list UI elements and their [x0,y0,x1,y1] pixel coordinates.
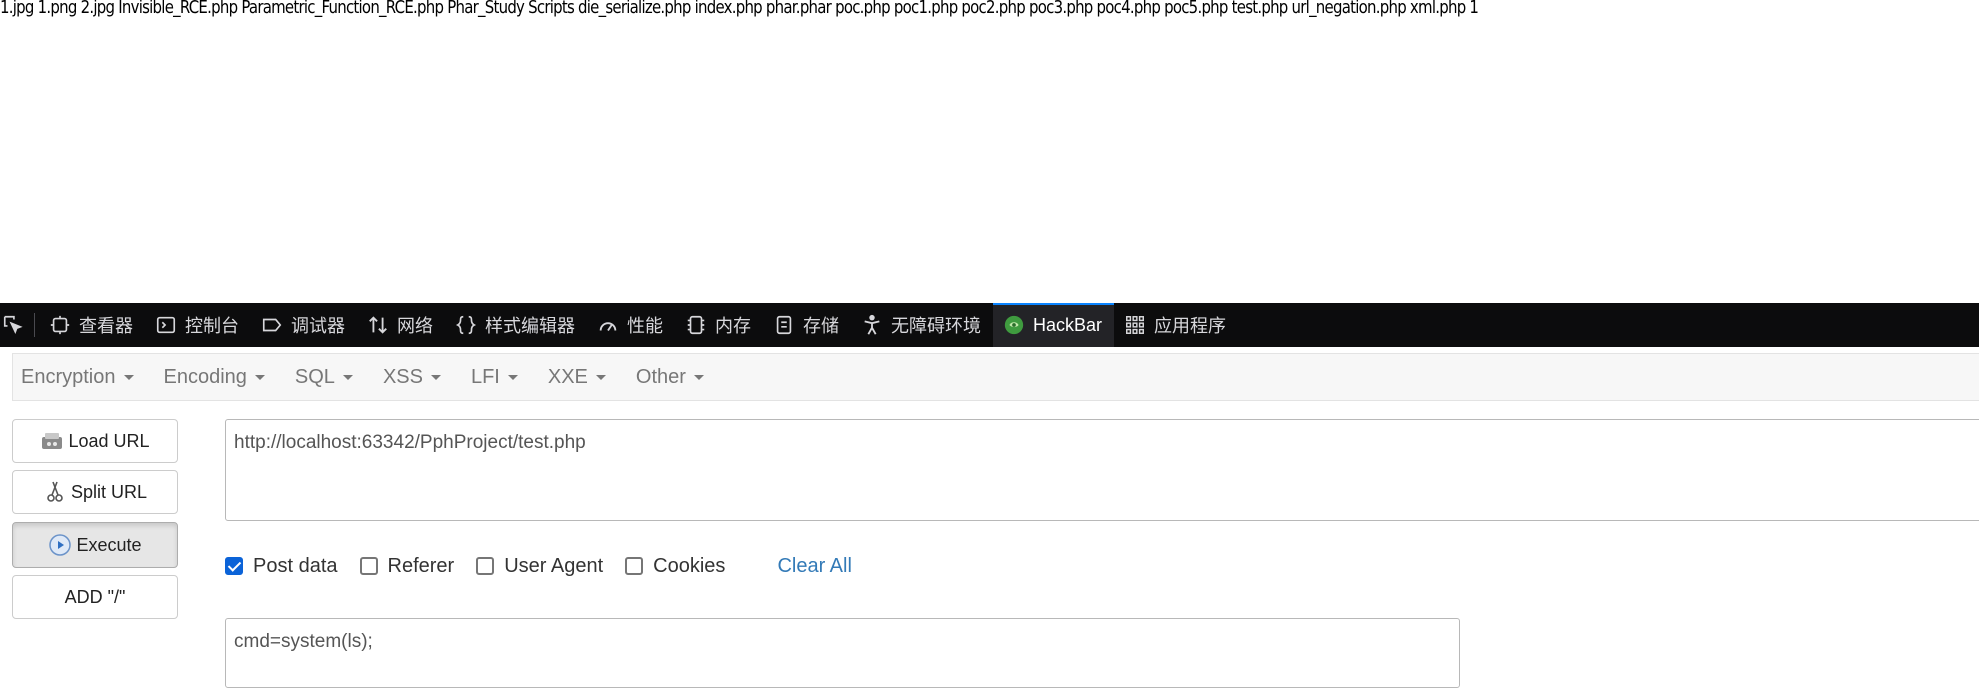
menu-label: XXE [547,365,588,388]
tab-label: 应用程序 [1154,316,1227,336]
page-viewport: 1.jpg 1.png 2.jpg Invisible_RCE.php Para… [0,0,1979,303]
hackbar-icon [1004,315,1024,335]
network-icon [369,316,387,334]
menu-label: LFI [470,365,500,388]
page-output-text: 1.jpg 1.png 2.jpg Invisible_RCE.php Para… [0,0,1479,18]
split-url-label: Split URL [70,481,148,502]
tab-label: 控制台 [185,316,239,336]
tab-hackbar[interactable]: HackBar [993,303,1115,347]
tab-label: 调试器 [291,316,345,336]
url-input[interactable]: http://localhost:63342/PphProject/test.p… [225,419,1979,521]
style-editor-icon [455,315,477,335]
tab-label: 内存 [715,316,751,336]
menu-lfi[interactable]: LFI [463,366,532,389]
menu-label: Encoding [163,365,247,388]
post-data-label: Post data [253,554,338,577]
menu-encryption[interactable]: Encryption [13,366,148,389]
menu-encoding[interactable]: Encoding [156,366,279,389]
menu-label: SQL [294,365,335,388]
tab-performance[interactable]: 性能 [587,303,675,347]
post-data-option[interactable]: Post data [225,555,338,578]
scissors-icon [47,481,63,502]
execute-button[interactable]: Execute [12,522,178,568]
caret-down-icon [507,374,518,380]
caret-down-icon [430,374,441,380]
hackbar-menubar: Encryption Encoding SQL XSS LFI XXE Othe… [12,353,1979,401]
devtools-toolbar: 查看器 控制台 调试器 网络 样式编辑器 性能 内存 存储 无障碍环境 Hack… [0,303,1979,347]
console-icon [156,316,176,334]
add-slash-label: ADD "/" [64,586,126,607]
execute-label: Execute [76,534,142,555]
user-agent-label: User Agent [504,554,604,577]
caret-down-icon [123,374,134,380]
menu-label: Encryption [21,365,116,388]
referer-checkbox[interactable] [359,557,378,575]
load-url-button[interactable]: Load URL [12,419,178,463]
tab-label: 存储 [803,316,839,336]
hackbar-panel: Encryption Encoding SQL XSS LFI XXE Othe… [0,347,1979,688]
menu-xss[interactable]: XSS [375,366,455,389]
referer-label: Referer [387,554,455,577]
load-url-icon [42,433,63,449]
tab-label: 性能 [627,316,663,336]
cookies-label: Cookies [653,554,726,577]
menu-sql[interactable]: SQL [287,366,367,389]
accessibility-icon [864,314,880,335]
load-url-label: Load URL [68,430,150,451]
storage-icon [776,315,792,335]
application-icon [1126,316,1145,334]
tab-console[interactable]: 控制台 [145,303,251,347]
menu-label: XSS [382,365,423,388]
caret-down-icon [595,374,606,380]
element-picker-button[interactable] [0,303,30,347]
menu-label: Other [635,365,686,388]
tab-label: 样式编辑器 [485,316,575,336]
post-data-input[interactable]: cmd=system(ls); [225,618,1460,688]
play-icon [49,534,72,556]
cookies-checkbox[interactable] [625,557,644,575]
menu-other[interactable]: Other [628,366,718,389]
inspector-icon [50,315,70,335]
cookies-option[interactable]: Cookies [625,555,725,578]
element-picker-icon [3,315,23,334]
tab-label: HackBar [1033,314,1103,335]
caret-down-icon [254,374,265,380]
tab-label: 网络 [397,316,433,336]
tab-accessibility[interactable]: 无障碍环境 [851,303,993,347]
debugger-icon [262,318,282,332]
tab-storage[interactable]: 存储 [763,303,851,347]
user-agent-option[interactable]: User Agent [476,555,603,578]
tab-application[interactable]: 应用程序 [1114,303,1238,347]
tab-network[interactable]: 网络 [357,303,445,347]
performance-icon [599,322,617,332]
caret-down-icon [342,374,353,380]
tab-style-editor[interactable]: 样式编辑器 [445,303,587,347]
tab-label: 无障碍环境 [891,316,981,336]
user-agent-checkbox[interactable] [476,557,495,575]
caret-down-icon [693,374,704,380]
options-row: Post data Referer User Agent Cookies Cle… [225,551,852,581]
menu-xxe[interactable]: XXE [540,366,620,389]
clear-all-link[interactable]: Clear All [777,555,851,578]
tab-debugger[interactable]: 调试器 [251,303,357,347]
tab-memory[interactable]: 内存 [675,303,763,347]
post-data-checkbox[interactable] [225,557,243,575]
toolbar-separator [34,313,35,337]
tab-label: 查看器 [79,316,133,336]
tab-inspector[interactable]: 查看器 [39,303,145,347]
referer-option[interactable]: Referer [359,554,455,578]
add-slash-button[interactable]: ADD "/" [12,575,178,619]
memory-icon [687,315,705,335]
split-url-button[interactable]: Split URL [12,470,178,514]
